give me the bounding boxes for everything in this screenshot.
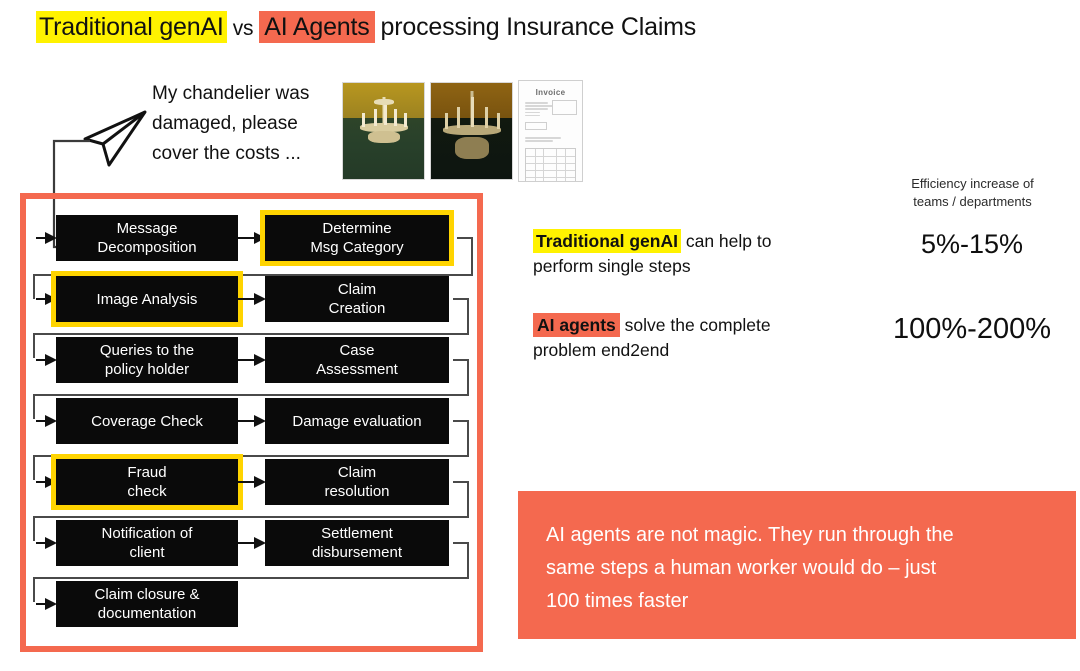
callout-line-1: AI agents are not magic. They run throug… [546, 524, 954, 546]
callout-line-2: same steps a human worker would do – jus… [546, 557, 937, 579]
photo-chandelier-1 [343, 83, 424, 179]
statement-ai-agents: AI agents solve the complete problem end… [533, 313, 833, 363]
page-title: Traditional genAI vs AI Agents processing I… [36, 11, 702, 45]
attachment-invoice-document[interactable]: Invoice [518, 80, 583, 182]
callout-box: AI agents are not magic. They run throug… [518, 491, 1076, 639]
attachment-chandelier-photo-1[interactable] [342, 82, 425, 180]
customer-message: My chandelier was damaged, please cover … [152, 79, 352, 169]
photo-chandelier-2 [431, 83, 512, 179]
attachment-chandelier-photo-2[interactable] [430, 82, 513, 180]
title-tail: processing Insurance Claims [380, 13, 697, 41]
badge-traditional-genai: Traditional genAI [533, 229, 681, 253]
customer-message-line-2: damaged, please [152, 113, 298, 134]
statement-text-line-2: perform single steps [533, 256, 691, 276]
customer-message-line-3: cover the costs ... [152, 143, 301, 164]
efficiency-value-ai-agents: 100%-200% [893, 313, 1051, 345]
statement-traditional-genai: Traditional genAI can help to perform si… [533, 229, 833, 279]
statement-text-line-2: problem end2end [533, 340, 670, 360]
badge-ai-agents: AI agents [533, 313, 620, 337]
title-vs: vs [232, 17, 254, 40]
efficiency-value-traditional-genai: 5%-15% [920, 229, 1024, 259]
invoice-title: Invoice [535, 88, 566, 97]
title-agents-badge: AI Agents [259, 11, 375, 43]
slide-canvas: Traditional genAI vs AI Agents processing I… [0, 0, 1080, 671]
efficiency-heading-line-1: Efficiency increase of [911, 176, 1034, 191]
invoice-page: Invoice [519, 81, 582, 181]
statement-text-line-1: can help to [685, 231, 772, 251]
callout-line-3: 100 times faster [546, 590, 689, 612]
customer-message-line-1: My chandelier was [152, 83, 310, 104]
agent-scope-frame [20, 193, 483, 652]
statement-text-line-1: solve the complete [624, 315, 771, 335]
efficiency-heading-line-2: teams / departments [913, 194, 1032, 209]
efficiency-heading: Efficiency increase of teams / departmen… [890, 175, 1055, 211]
title-genai-badge: Traditional genAI [36, 11, 227, 43]
